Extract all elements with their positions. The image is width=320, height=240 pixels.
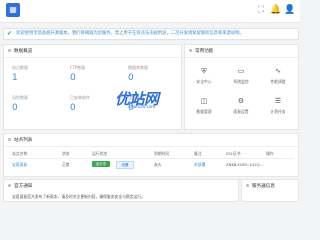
divider — [4, 57, 181, 58]
settings-icon[interactable]: ⚙ — [231, 97, 251, 105]
user-icon[interactable]: 👤 — [284, 5, 295, 15]
data-overview-panel: 数据概览 站点数量 1 FTP数量 0 数据库数量 0 风险数量 0 已安装软件… — [3, 44, 182, 130]
sliders-icon[interactable]: ☰ — [268, 97, 288, 105]
news-title: 官方通知 — [14, 184, 33, 189]
data-overview-title: 数据概览 — [14, 49, 33, 54]
stat-value[interactable]: 0 — [12, 103, 18, 113]
table-header: 备注 — [194, 151, 202, 156]
stat-label: FTP数量 — [70, 65, 86, 70]
panel-title-icon — [246, 184, 249, 187]
table-header: SSL证书 — [226, 151, 241, 156]
table-header: 站点名称 — [12, 151, 28, 156]
quick-entry-title: 常用功能 — [195, 49, 214, 54]
site-table-panel: 站点列表 站点名称 状态 运行状态 到期时间 备注 SSL证书 操作 宝塔面板 … — [3, 133, 299, 177]
quick-entry-label[interactable]: 性能调整 — [263, 79, 293, 85]
watermark-sub: shancco.com — [129, 104, 156, 109]
site-ssl[interactable]: 未部署 — [194, 162, 205, 168]
server-panel: 服务器信息 — [241, 179, 299, 202]
site-settings-button[interactable]: 设置 — [116, 161, 134, 169]
server-title: 服务器信息 — [252, 184, 275, 189]
panel-title-icon — [8, 184, 11, 187]
divider — [4, 146, 298, 147]
quick-entry-panel: 常用功能 ⛨ 安全中心 ▭ 系统监控 ∿ 性能调整 ◫ 数据管理 ⚙ 面板设置 … — [184, 44, 299, 130]
pulse-icon[interactable]: ∿ — [268, 67, 288, 75]
news-panel: 官方通知 宝塔面板官方发布了新版本，请及时关注更新内容，确保服务安全与稳定运行。 — [3, 179, 239, 202]
stat-label: 站点数量 — [12, 65, 28, 70]
news-text: 宝塔面板官方发布了新版本，请及时关注更新内容，确保服务安全与稳定运行。 — [12, 194, 145, 199]
stat-value[interactable]: 1 — [12, 73, 18, 83]
site-remark: ZNKB-YUK5-1Q2Q... — [226, 162, 264, 167]
stat-value[interactable]: 0 — [128, 73, 134, 83]
shield-icon[interactable]: ⛨ — [194, 67, 214, 75]
stat-value[interactable]: 0 — [70, 103, 76, 113]
quick-entry-label[interactable]: 面板设置 — [226, 109, 256, 115]
quick-entry-label[interactable]: 系统监控 — [226, 79, 256, 85]
divider — [8, 158, 294, 159]
stat-label: 风险数量 — [12, 95, 28, 100]
quick-entry-label[interactable]: 安全中心 — [189, 79, 219, 85]
stat-value[interactable]: 0 — [70, 73, 76, 83]
table-header: 到期时间 — [154, 151, 170, 156]
grid-logo-icon[interactable]: ▦ — [6, 3, 20, 17]
panel-title-icon — [189, 49, 192, 52]
monitor-icon[interactable]: ▭ — [231, 67, 251, 75]
stat-label: 已安装软件 — [70, 95, 90, 100]
table-header: 运行状态 — [92, 151, 108, 156]
quick-entry-label[interactable]: 计划任务 — [263, 109, 293, 115]
run-status-badge[interactable]: 运行中 — [92, 161, 110, 167]
site-table-title: 站点列表 — [14, 138, 33, 143]
top-bar: ▦ ⛶ 🔔 👤 — [0, 0, 300, 23]
database-icon[interactable]: ◫ — [194, 97, 214, 105]
table-header: 操作 — [266, 151, 274, 156]
bell-icon[interactable]: 🔔 — [270, 5, 281, 15]
divider — [185, 57, 298, 58]
panel-title-icon — [8, 49, 11, 52]
check-circle-icon: ✔ — [7, 30, 13, 37]
site-name-link[interactable]: 宝塔面板 — [12, 162, 27, 168]
fullscreen-icon[interactable]: ⛶ — [256, 5, 266, 15]
stat-label: 数据库数量 — [128, 65, 148, 70]
panel-title-icon — [8, 138, 11, 141]
table-header: 状态 — [62, 151, 70, 156]
watermark: 优站网 shancco.com — [115, 88, 195, 112]
notice-text: 欢迎使用宝塔面板开源版本，我们将竭诚为您服务，禁止用于任何违法违规用途，二次开发… — [16, 31, 244, 36]
site-status: 正常 — [62, 162, 70, 167]
notice-bar: ✔ 欢迎使用宝塔面板开源版本，我们将竭诚为您服务，禁止用于任何违法违规用途，二次… — [3, 28, 299, 40]
site-expire: 永久 — [154, 162, 162, 167]
